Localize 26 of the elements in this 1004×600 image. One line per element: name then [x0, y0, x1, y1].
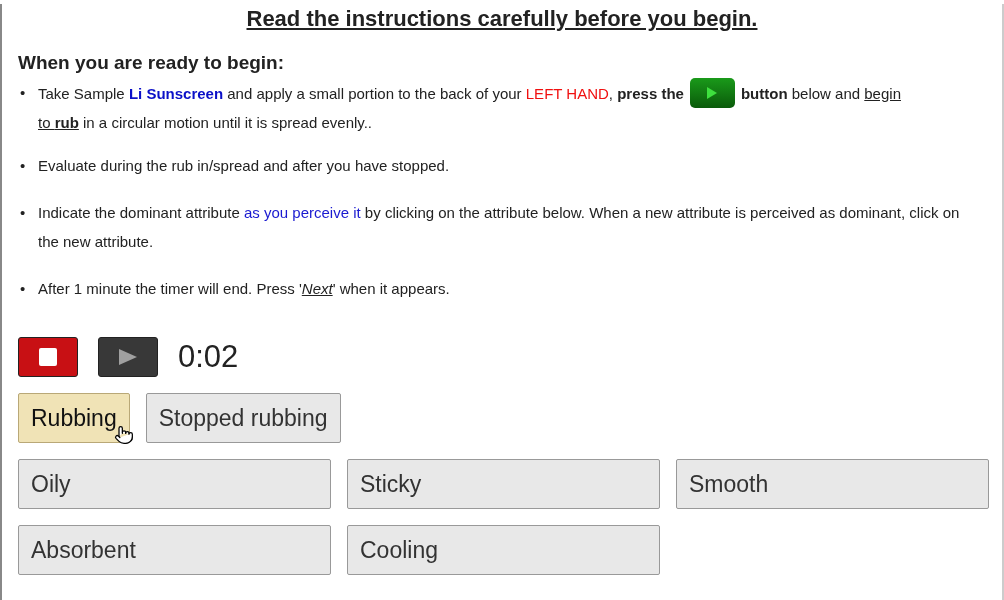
- instruction-text: to rub in a circular motion until it is spread evenly..: [38, 113, 374, 133]
- pointer-cursor-icon: [114, 425, 134, 445]
- timer: 0:02: [178, 339, 239, 375]
- instruction-text: Take Sample Li Sunscreen and apply a small portion to the back of your LEFT HAND, press the: [38, 83, 684, 104]
- bullet: •: [19, 279, 27, 299]
- section-heading: When you are ready to begin:: [18, 52, 286, 74]
- play-icon: [118, 348, 138, 366]
- page-title: Read the instructions carefully before you begin.: [245, 5, 759, 33]
- instruction-text: Indicate the dominant attribute as you perceive it by clicking on the attribute below. When a new attribute is perceived as dominant, click on the new attribute.: [38, 203, 961, 252]
- stop-icon: [39, 348, 57, 366]
- instruction-text: After 1 minute the timer will end. Press 'Next' when it appears.: [38, 279, 450, 299]
- phase-button[interactable]: Stopped rubbing: [145, 393, 341, 443]
- bullet: •: [19, 203, 27, 223]
- phase-button[interactable]: Rubbing: [18, 393, 130, 443]
- play-button[interactable]: [98, 337, 158, 377]
- attribute-button[interactable]: Absorbent: [18, 525, 331, 575]
- play-button-icon: [689, 78, 735, 108]
- attribute-button[interactable]: Sticky: [347, 459, 660, 509]
- attribute-button[interactable]: Smooth: [676, 459, 989, 509]
- instruction-text: Evaluate during the rub in/spread and after you have stopped.: [38, 156, 450, 176]
- attribute-button[interactable]: Oily: [18, 459, 331, 509]
- instruction-text: button below and begin: [740, 83, 901, 104]
- stop-button[interactable]: [18, 337, 78, 377]
- bullet: •: [19, 156, 27, 176]
- bullet: •: [19, 83, 27, 103]
- attribute-button[interactable]: Cooling: [347, 525, 660, 575]
